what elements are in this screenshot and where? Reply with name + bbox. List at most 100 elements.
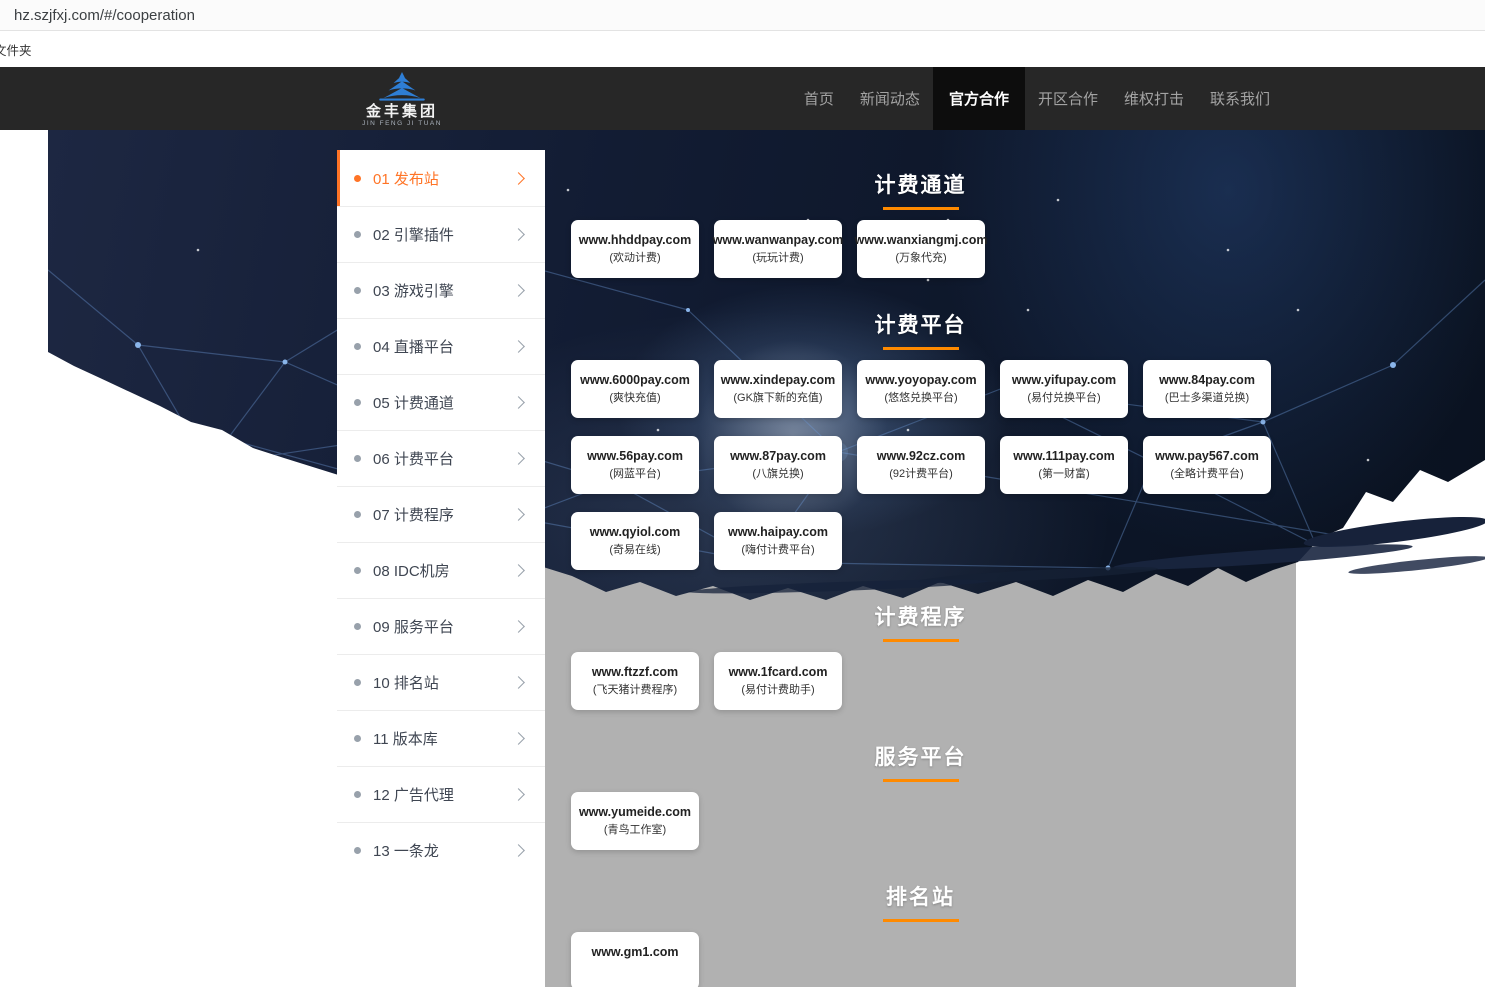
sidebar-item-04[interactable]: 04 直播平台 — [337, 318, 545, 374]
nav-item-cooperation[interactable]: 官方合作 — [933, 67, 1025, 130]
partner-card[interactable]: www.wanwanpay.com(玩玩计费) — [714, 220, 842, 278]
chevron-right-icon — [512, 172, 525, 185]
card-domain: www.87pay.com — [730, 449, 826, 464]
site-logo[interactable]: 金丰集团 JIN FENG JI TUAN — [352, 69, 452, 128]
partner-card[interactable]: www.gm1.com — [571, 932, 699, 987]
sidebar-item-11[interactable]: 11 版本库 — [337, 710, 545, 766]
chevron-right-icon — [512, 284, 525, 297]
card-name: (玩玩计费) — [752, 251, 803, 265]
card-domain: www.gm1.com — [591, 945, 678, 960]
sidebar-item-label: 08 IDC机房 — [373, 560, 450, 581]
section-service-platform: 服务平台 www.yumeide.com(青鸟工作室) — [545, 744, 1296, 850]
card-name: (易付兑换平台) — [1027, 391, 1100, 405]
chevron-right-icon — [512, 564, 525, 577]
sidebar-item-01[interactable]: 01 发布站 — [337, 150, 545, 206]
bullet-dot-icon — [354, 623, 361, 630]
chevron-right-icon — [512, 396, 525, 409]
bullet-dot-icon — [354, 847, 361, 854]
card-name: (欢动计费) — [609, 251, 660, 265]
partner-card[interactable]: www.1fcard.com (易付计费助手) — [714, 652, 842, 710]
sidebar-item-label: 07 计费程序 — [373, 504, 454, 525]
bullet-dot-icon — [354, 679, 361, 686]
sidebar-item-label: 02 引擎插件 — [373, 224, 454, 245]
bullet-dot-icon — [354, 231, 361, 238]
nav-item-rights-protection[interactable]: 维权打击 — [1111, 67, 1197, 130]
card-name: (万象代充) — [895, 251, 946, 265]
chevron-right-icon — [512, 676, 525, 689]
chevron-right-icon — [512, 508, 525, 521]
section-ranking-site: 排名站 www.gm1.com — [545, 884, 1296, 987]
url-text[interactable]: hz.szjfxj.com/#/cooperation — [14, 7, 195, 24]
site-header: 金丰集团 JIN FENG JI TUAN 首页新闻动态官方合作开区合作维权打击… — [0, 67, 1485, 130]
chevron-right-icon — [512, 340, 525, 353]
bullet-dot-icon — [354, 455, 361, 462]
card-name: (92计费平台) — [889, 467, 953, 481]
card-name: (嗨付计费平台) — [741, 543, 814, 557]
bookmarks-bar: 文件夹 — [0, 31, 1485, 67]
partner-card[interactable]: www.yifupay.com (易付兑换平台) — [1000, 360, 1128, 418]
partner-card[interactable]: www.qyiol.com(奇易在线) — [571, 512, 699, 570]
partner-card[interactable]: www.ftzzf.com(飞天猪计费程序) — [571, 652, 699, 710]
partner-card[interactable]: www.hhddpay.com(欢动计费) — [571, 220, 699, 278]
sidebar-item-label: 10 排名站 — [373, 672, 439, 693]
card-domain: www.pay567.com — [1155, 449, 1259, 464]
nav-item-contact[interactable]: 联系我们 — [1197, 67, 1283, 130]
partner-card[interactable]: www.yoyopay.com (悠悠兑换平台) — [857, 360, 985, 418]
nav-item-open-zone[interactable]: 开区合作 — [1025, 67, 1111, 130]
sidebar-item-08[interactable]: 08 IDC机房 — [337, 542, 545, 598]
bullet-dot-icon — [354, 511, 361, 518]
partner-card[interactable]: www.92cz.com(92计费平台) — [857, 436, 985, 494]
sidebar-item-label: 03 游戏引擎 — [373, 280, 454, 301]
sidebar-item-02[interactable]: 02 引擎插件 — [337, 206, 545, 262]
partner-card[interactable]: www.84pay.com(巴士多渠道兑换) — [1143, 360, 1271, 418]
card-domain: www.yumeide.com — [579, 805, 691, 820]
nav-item-home[interactable]: 首页 — [791, 67, 847, 130]
card-grid: www.yumeide.com(青鸟工作室) — [545, 782, 1296, 850]
chevron-right-icon — [512, 620, 525, 633]
partner-card[interactable]: www.87pay.com(八旗兑换) — [714, 436, 842, 494]
sidebar-item-09[interactable]: 09 服务平台 — [337, 598, 545, 654]
card-name: (悠悠兑换平台) — [884, 391, 957, 405]
card-grid: www.gm1.com — [545, 922, 1296, 987]
section-billing-channel: 计费通道www.hhddpay.com(欢动计费)www.wanwanpay.c… — [545, 172, 1296, 278]
card-domain: www.6000pay.com — [580, 373, 690, 388]
partner-card[interactable]: www.xindepay.com(GK旗下新的充值) — [714, 360, 842, 418]
card-domain: www.yifupay.com — [1012, 373, 1116, 388]
partner-card[interactable]: www.haipay.com(嗨付计费平台) — [714, 512, 842, 570]
partner-card[interactable]: www.56pay.com(网蓝平台) — [571, 436, 699, 494]
sidebar-item-07[interactable]: 07 计费程序 — [337, 486, 545, 542]
sidebar-item-05[interactable]: 05 计费通道 — [337, 374, 545, 430]
card-name: (飞天猪计费程序) — [593, 683, 677, 697]
partner-card[interactable]: www.yumeide.com(青鸟工作室) — [571, 792, 699, 850]
browser-url-bar[interactable]: hz.szjfxj.com/#/cooperation — [0, 0, 1485, 31]
section-billing-program: 计费程序 www.ftzzf.com(飞天猪计费程序) www.1fcard.com… — [545, 604, 1296, 710]
section-title-billing-platform: 计费平台 — [545, 312, 1296, 340]
sidebar-item-label: 04 直播平台 — [373, 336, 454, 357]
logo-title: 金丰集团 — [352, 104, 452, 120]
partner-card[interactable]: www.6000pay.com(爽快充值) — [571, 360, 699, 418]
chevron-right-icon — [512, 788, 525, 801]
section-title-service-platform: 服务平台 — [545, 744, 1296, 772]
card-name: (GK旗下新的充值) — [733, 391, 822, 405]
section-title-ranking-site: 排名站 — [545, 884, 1296, 912]
card-name: (奇易在线) — [609, 543, 660, 557]
card-grid: www.6000pay.com(爽快充值) www.xindepay.com(GK… — [545, 350, 1296, 570]
card-domain: www.yoyopay.com — [865, 373, 976, 388]
bullet-dot-icon — [354, 343, 361, 350]
sidebar-item-12[interactable]: 12 广告代理 — [337, 766, 545, 822]
card-name: (巴士多渠道兑换) — [1165, 391, 1249, 405]
partner-card[interactable]: www.pay567.com(全略计费平台) — [1143, 436, 1271, 494]
card-name: (易付计费助手) — [741, 683, 814, 697]
section-title-billing-program: 计费程序 — [545, 604, 1296, 632]
sidebar-item-13[interactable]: 13 一条龙 — [337, 822, 545, 878]
card-domain: www.1fcard.com — [729, 665, 828, 680]
bookmarks-folder-button[interactable]: 文件夹 — [0, 40, 32, 59]
cooperation-sections: 计费通道www.hhddpay.com(欢动计费)www.wanwanpay.c… — [545, 130, 1296, 987]
sidebar-item-06[interactable]: 06 计费平台 — [337, 430, 545, 486]
partner-card[interactable]: www.111pay.com(第一财富) — [1000, 436, 1128, 494]
chevron-right-icon — [512, 844, 525, 857]
partner-card[interactable]: www.wanxiangmj.com(万象代充) — [857, 220, 985, 278]
sidebar-item-03[interactable]: 03 游戏引擎 — [337, 262, 545, 318]
nav-item-news[interactable]: 新闻动态 — [847, 67, 933, 130]
sidebar-item-10[interactable]: 10 排名站 — [337, 654, 545, 710]
